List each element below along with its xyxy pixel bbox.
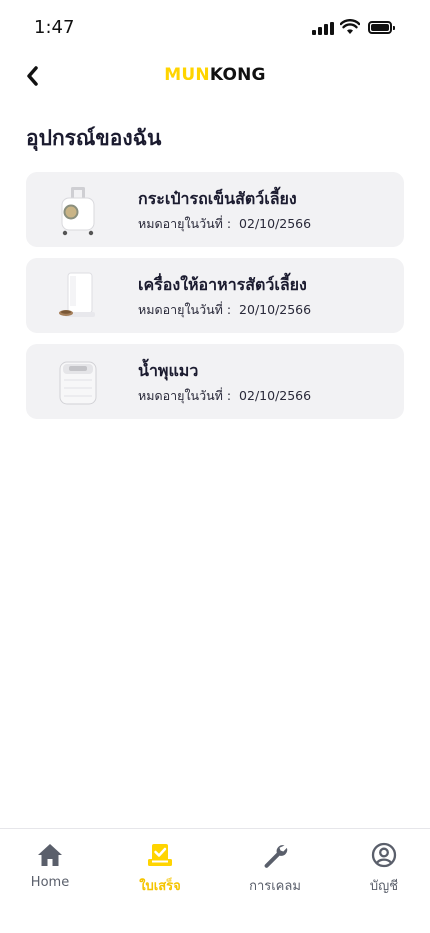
expiry-label: หมดอายุในวันที่ : — [138, 216, 232, 231]
device-list: กระเป๋ารถเข็นสัตว์เลี้ยง หมดอายุในวันที่… — [26, 172, 404, 430]
device-name: น้ำพุแมว — [138, 361, 199, 380]
nav-label-account: บัญชี — [369, 879, 399, 894]
nav-label-receipts: ใบเสร็จ — [139, 879, 181, 894]
battery-icon — [368, 21, 395, 34]
nav-item-account[interactable]: บัญชี — [334, 841, 430, 901]
pet-stroller-bag-image — [61, 187, 95, 236]
nav-item-claims[interactable]: การเคลม — [225, 841, 325, 901]
nav-item-receipts[interactable]: ใบเสร็จ — [110, 841, 210, 901]
account-icon — [371, 842, 397, 868]
device-card[interactable]: กระเป๋ารถเข็นสัตว์เลี้ยง หมดอายุในวันที่… — [26, 172, 404, 247]
wrench-icon — [264, 845, 288, 868]
app-header: MUNKONG — [0, 56, 430, 96]
bottom-nav: Home ใบเสร็จ การเคลม บัญชี — [0, 828, 430, 933]
logo-part-mun: MUN — [164, 65, 210, 85]
cat-fountain-image — [59, 361, 97, 405]
nav-item-home[interactable]: Home — [0, 841, 100, 901]
cellular-signal-icon — [312, 22, 334, 35]
nav-label-claims: การเคลม — [249, 879, 301, 894]
pet-feeder-image — [59, 272, 95, 317]
expiry-date: 02/10/2566 — [239, 388, 312, 403]
status-time: 1:47 — [34, 17, 75, 38]
device-expiry: หมดอายุในวันที่ : 02/10/2566 — [138, 386, 311, 406]
expiry-date: 20/10/2566 — [239, 302, 312, 317]
device-expiry: หมดอายุในวันที่ : 02/10/2566 — [138, 214, 311, 234]
receipt-check-icon — [148, 844, 172, 866]
device-name: เครื่องให้อาหารสัตว์เลี้ยง — [138, 275, 307, 294]
expiry-date: 02/10/2566 — [239, 216, 312, 231]
device-card[interactable]: เครื่องให้อาหารสัตว์เลี้ยง หมดอายุในวันท… — [26, 258, 404, 333]
device-card[interactable]: น้ำพุแมว หมดอายุในวันที่ : 02/10/2566 — [26, 344, 404, 419]
expiry-label: หมดอายุในวันที่ : — [138, 388, 232, 403]
home-icon — [38, 844, 62, 866]
status-bar: 1:47 — [0, 0, 430, 56]
app-logo: MUNKONG — [0, 65, 430, 85]
device-name: กระเป๋ารถเข็นสัตว์เลี้ยง — [138, 189, 297, 208]
device-expiry: หมดอายุในวันที่ : 20/10/2566 — [138, 300, 311, 320]
logo-part-kong: KONG — [209, 65, 266, 85]
page-title: อุปกรณ์ของฉัน — [26, 126, 162, 150]
nav-label-home: Home — [30, 875, 70, 890]
expiry-label: หมดอายุในวันที่ : — [138, 302, 232, 317]
wifi-icon — [340, 19, 360, 34]
